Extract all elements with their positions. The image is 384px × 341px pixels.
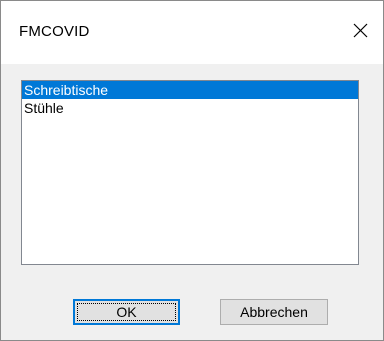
list-item-schreibtische[interactable]: Schreibtische <box>22 81 358 99</box>
cancel-button-label: Abbrechen <box>240 304 308 320</box>
close-icon <box>353 23 368 38</box>
cancel-button[interactable]: Abbrechen <box>220 299 328 325</box>
ok-button-label: OK <box>116 304 137 320</box>
close-button[interactable] <box>337 11 383 51</box>
window-title: FMCOVID <box>19 23 90 40</box>
list-item-stuehle[interactable]: Stühle <box>22 99 358 117</box>
title-bar[interactable]: FMCOVID <box>1 1 383 64</box>
dialog-window: FMCOVID Schreibtische Stühle OK Abbreche… <box>0 0 384 341</box>
item-listbox[interactable]: Schreibtische Stühle <box>21 80 359 265</box>
ok-button[interactable]: OK <box>73 299 180 325</box>
